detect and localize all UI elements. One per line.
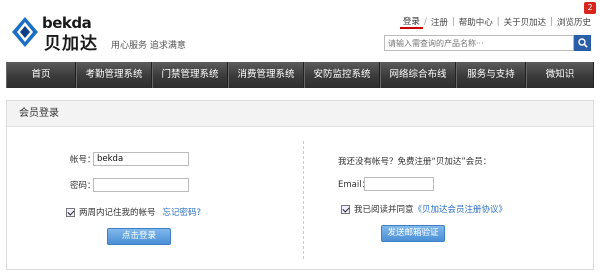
agree-label: 我已阅读并同意	[354, 205, 414, 215]
password-input[interactable]	[93, 178, 189, 192]
nav-service-support[interactable]: 服务与支持	[456, 62, 526, 88]
logo-mark-icon	[12, 17, 38, 47]
notification-badge[interactable]: 2	[584, 2, 596, 14]
search-bar	[384, 35, 591, 51]
search-icon	[577, 38, 588, 48]
email-row: Email：	[338, 177, 434, 191]
email-label: Email：	[338, 180, 371, 190]
forgot-password-link[interactable]: 忘记密码?	[163, 206, 202, 218]
login-link[interactable]: 登录	[399, 15, 423, 29]
account-row: 帐号：	[70, 152, 189, 166]
password-label: 密码：	[70, 181, 96, 191]
member-login-panel: 会员登录 帐号： 密码： 两周内记住我的帐号 忘记密码? 点击登录 我还没有帐号…	[6, 100, 594, 270]
panel-title: 会员登录	[7, 101, 593, 127]
top-links: 登录 / 注册 | 帮助中心 | 关于贝加达 | 浏览历史	[399, 15, 594, 29]
divider	[303, 141, 304, 259]
account-label: 帐号：	[70, 155, 96, 165]
main-nav: 首页 考勤管理系统 门禁管理系统 消费管理系统 安防监控系统 网络综合布线 服务…	[6, 62, 594, 88]
account-input[interactable]	[93, 152, 189, 166]
register-link[interactable]: 注册	[428, 16, 451, 28]
nav-network-cabling[interactable]: 网络综合布线	[380, 62, 456, 88]
nav-home[interactable]: 首页	[6, 62, 76, 88]
nav-security-monitoring[interactable]: 安防监控系统	[304, 62, 380, 88]
search-button[interactable]	[574, 35, 591, 51]
send-email-verification-button[interactable]: 发送邮箱验证	[381, 225, 445, 242]
remember-checkbox[interactable]	[66, 207, 75, 217]
help-center-link[interactable]: 帮助中心	[456, 16, 496, 28]
logo[interactable]: bekda 贝加达	[11, 14, 103, 54]
remember-row: 两周内记住我的帐号 忘记密码?	[66, 206, 201, 218]
agree-checkbox[interactable]	[341, 204, 350, 214]
register-prompt: 我还没有帐号？免费注册“贝加达”会员：	[338, 157, 492, 167]
slogan: 用心服务 追求满意	[111, 41, 186, 51]
nav-access-control[interactable]: 门禁管理系统	[152, 62, 228, 88]
nav-consumption[interactable]: 消费管理系统	[228, 62, 304, 88]
history-link[interactable]: 浏览历史	[554, 16, 594, 28]
email-input[interactable]	[364, 177, 434, 191]
agreement-link[interactable]: 《贝加达会员注册协议》	[414, 203, 508, 215]
about-link[interactable]: 关于贝加达	[501, 16, 550, 28]
password-row: 密码：	[70, 178, 189, 192]
agree-row: 我已阅读并同意 《贝加达会员注册协议》	[341, 203, 507, 215]
nav-attendance[interactable]: 考勤管理系统	[76, 62, 152, 88]
nav-micro-knowledge[interactable]: 微知识	[526, 62, 594, 88]
login-button[interactable]: 点击登录	[107, 228, 171, 245]
search-input[interactable]	[384, 35, 574, 51]
logo-text-cn: 贝加达	[44, 34, 98, 54]
remember-label: 两周内记住我的帐号	[79, 208, 156, 218]
